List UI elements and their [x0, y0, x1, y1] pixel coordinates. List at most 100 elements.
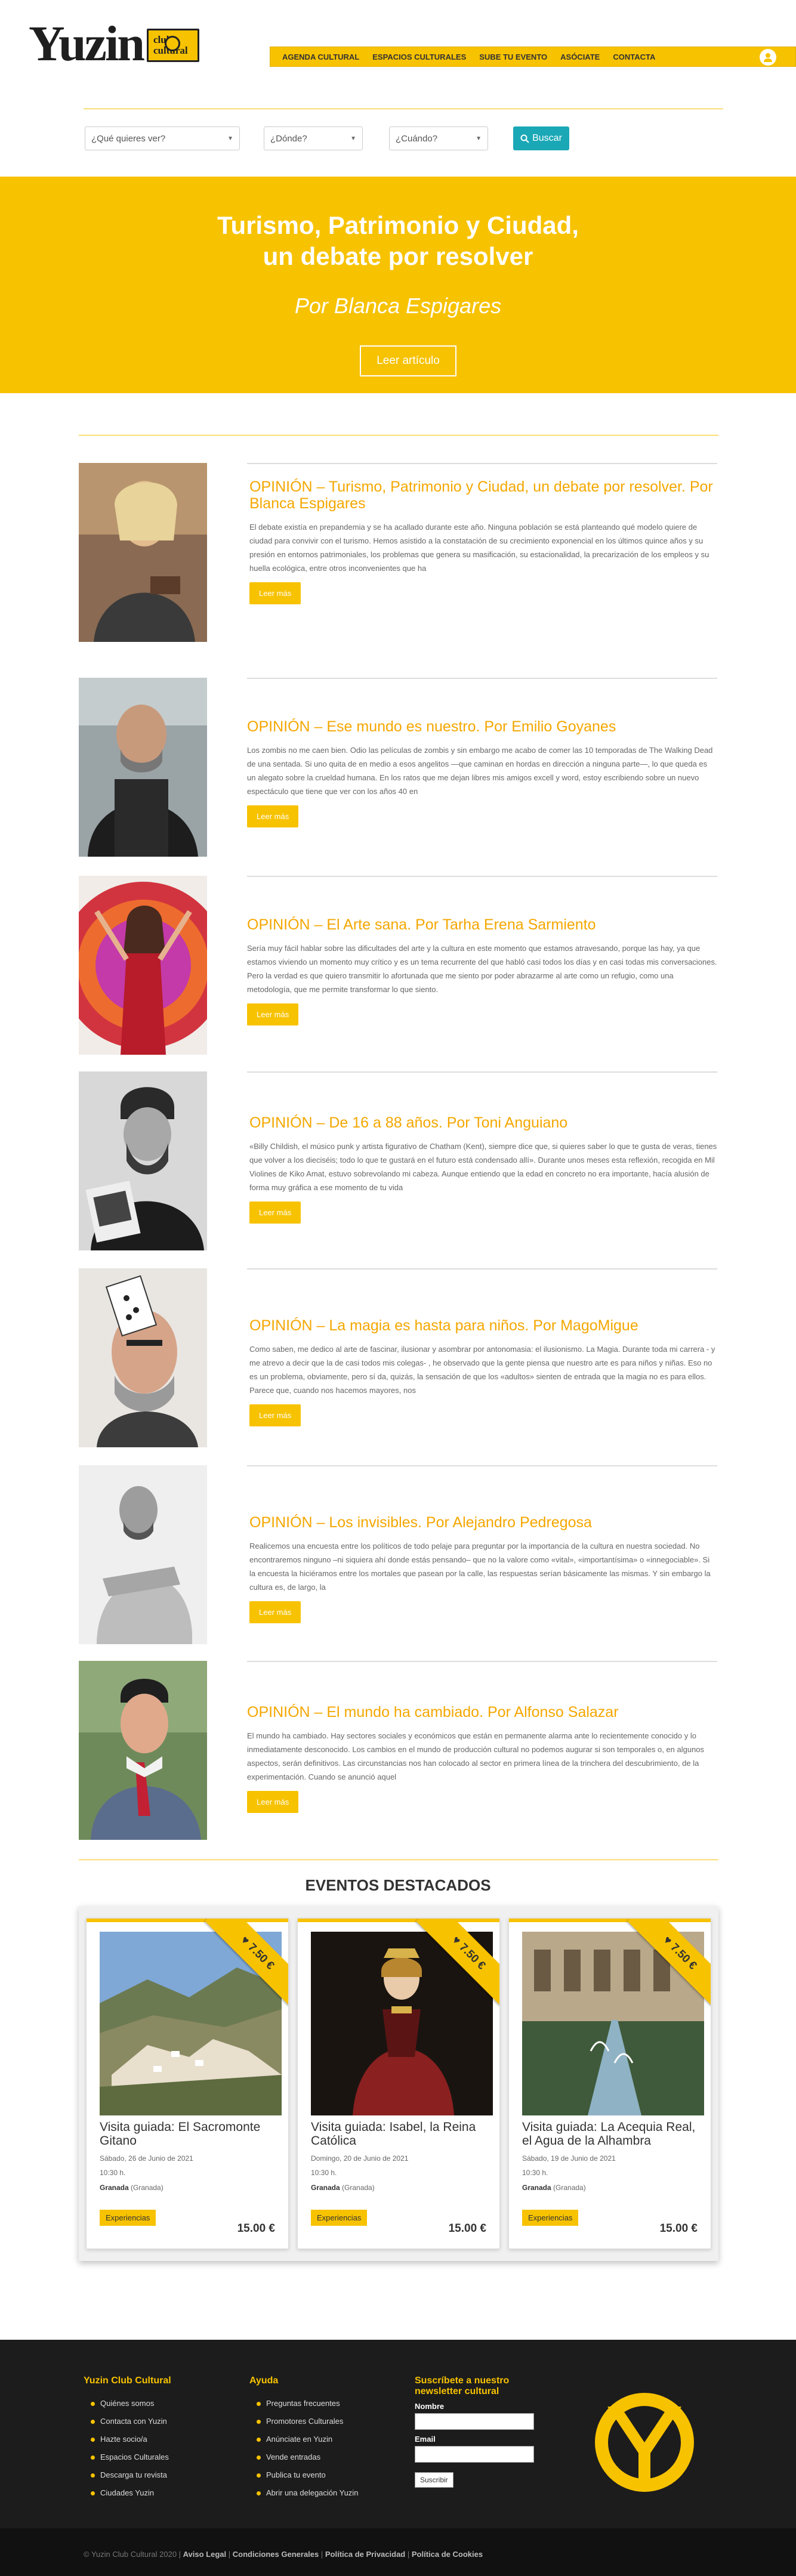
article-title[interactable]: OPINIÓN – La magia es hasta para niños. … [249, 1317, 717, 1334]
footer-link[interactable]: Promotores Culturales [249, 2413, 358, 2430]
user-account-button[interactable] [760, 49, 776, 66]
author-photo-alfonso-salazar[interactable] [79, 1661, 207, 1840]
read-more-button[interactable]: Leer más [249, 582, 301, 604]
author-photo-toni-anguiano[interactable] [79, 1071, 207, 1250]
article-title[interactable]: OPINIÓN – Los invisibles. Por Alejandro … [249, 1514, 717, 1531]
footer-link[interactable]: Abrir una delegación Yuzin [249, 2484, 358, 2502]
article-excerpt: Sería muy fácil hablar sobre las dificul… [247, 944, 717, 994]
article-excerpt: «Billy Childish, el músico punk y artist… [249, 1142, 717, 1192]
event-location: Granada (Granada) [522, 2183, 586, 2192]
author-photo-emilio-goyanes[interactable] [79, 678, 207, 857]
hero-title-line2: un debate por resolver [263, 242, 533, 270]
event-category-tag[interactable]: Experiencias [311, 2210, 368, 2226]
subscribe-button[interactable]: Suscribir [415, 2472, 453, 2488]
chevron-down-icon: ▼ [227, 135, 233, 142]
event-title[interactable]: Visita guiada: El Sacromonte Gitano [100, 2120, 282, 2148]
nav-agenda-cultural[interactable]: AGENDA CULTURAL [282, 52, 359, 61]
article-title[interactable]: OPINIÓN – El Arte sana. Por Tarha Erena … [247, 916, 717, 933]
footer-link[interactable]: Ciudades Yuzin [84, 2484, 171, 2502]
footer-link[interactable]: Vende entradas [249, 2448, 358, 2466]
when-select-value: ¿Cuándo? [396, 134, 438, 144]
article-body: OPINIÓN – El Arte sana. Por Tarha Erena … [247, 916, 717, 1026]
article-excerpt: Como saben, me dedico al arte de fascina… [249, 1345, 715, 1395]
article-title[interactable]: OPINIÓN – Turismo, Patrimonio y Ciudad, … [249, 478, 717, 512]
event-time: 10:30 h. [311, 2169, 337, 2177]
card-accent-bar [87, 1919, 288, 1922]
article-divider [247, 1071, 717, 1073]
site-logo[interactable]: Yuzin club cultural [29, 16, 200, 72]
events-container: ♥ 7.50 € Visita guiada: El Sacromonte Git… [79, 1906, 718, 2261]
name-input[interactable] [415, 2413, 534, 2430]
read-more-button[interactable]: Leer más [247, 1003, 299, 1026]
article-title[interactable]: OPINIÓN – El mundo ha cambiado. Por Alfo… [247, 1704, 717, 1721]
article-item: OPINIÓN – De 16 a 88 años. Por Toni Angu… [79, 1071, 717, 1256]
where-select[interactable]: ¿Dónde? ▼ [264, 126, 363, 150]
legal-link[interactable]: Condiciones Generales [233, 2550, 319, 2559]
article-item: OPINIÓN – Turismo, Patrimonio y Ciudad, … [79, 463, 717, 648]
footer-link[interactable]: Espacios Culturales [84, 2448, 171, 2466]
event-card[interactable]: ♥ 7.50 € Visita guiada: Isabel, la Reina … [297, 1918, 500, 2249]
event-title[interactable]: Visita guiada: Isabel, la Reina Católica [311, 2120, 493, 2148]
legal-link[interactable]: Política de Cookies [412, 2550, 483, 2559]
read-more-button[interactable]: Leer más [249, 1601, 301, 1623]
read-more-button[interactable]: Leer más [249, 1201, 301, 1224]
article-title[interactable]: OPINIÓN – De 16 a 88 años. Por Toni Angu… [249, 1114, 717, 1131]
event-region: (Granada) [342, 2183, 375, 2192]
search-button-label: Buscar [532, 133, 562, 143]
legal-bar: © Yuzin Club Cultural 2020 | Aviso Legal… [0, 2528, 796, 2576]
read-more-button[interactable]: Leer más [247, 805, 299, 827]
article-excerpt: El mundo ha cambiado. Hay sectores socia… [247, 1731, 705, 1781]
article-body: OPINIÓN – El mundo ha cambiado. Por Alfo… [247, 1704, 717, 1813]
article-divider [247, 463, 717, 464]
article-title[interactable]: OPINIÓN – Ese mundo es nuestro. Por Emil… [247, 718, 717, 735]
hero-title: Turismo, Patrimonio y Ciudad, un debate … [0, 210, 796, 272]
legal-link[interactable]: Aviso Legal [183, 2550, 226, 2559]
event-card[interactable]: ♥ 7.50 € Visita guiada: El Sacromonte Git… [86, 1918, 289, 2249]
search-button[interactable]: Buscar [513, 126, 569, 150]
article-divider [247, 1661, 717, 1662]
read-article-button[interactable]: Leer artículo [360, 345, 456, 376]
article-item: OPINIÓN – Ese mundo es nuestro. Por Emil… [79, 678, 717, 863]
footer-club-title: Yuzin Club Cultural [84, 2376, 171, 2386]
footer-link[interactable]: Publica tu evento [249, 2466, 358, 2484]
nav-asociate[interactable]: ASÓCIATE [560, 52, 600, 61]
read-more-button[interactable]: Leer más [247, 1791, 299, 1813]
event-category-tag[interactable]: Experiencias [522, 2210, 579, 2226]
copyright: © Yuzin Club Cultural 2020 [84, 2550, 177, 2559]
footer-link[interactable]: Hazte socio/a [84, 2430, 171, 2448]
event-price: 15.00 € [659, 2222, 698, 2235]
event-city: Granada [522, 2183, 551, 2192]
author-photo-magomigue[interactable] [79, 1268, 207, 1447]
when-select[interactable]: ¿Cuándo? ▼ [389, 126, 488, 150]
footer-link[interactable]: Quiénes somos [84, 2395, 171, 2413]
search-bar: ¿Qué quieres ver? ▼ ¿Dónde? ▼ ¿Cuándo? ▼ [0, 126, 796, 150]
event-card[interactable]: ♥ 7.50 € Visita guiada: La Acequia Real, … [508, 1918, 711, 2249]
search-icon [520, 134, 529, 143]
nav-sube-tu-evento[interactable]: SUBE TU EVENTO [479, 52, 547, 61]
event-title[interactable]: Visita guiada: La Acequia Real, el Agua … [522, 2120, 704, 2148]
footer-link[interactable]: Descarga tu revista [84, 2466, 171, 2484]
footer-link[interactable]: Anúnciate en Yuzin [249, 2430, 358, 2448]
nav-espacios-culturales[interactable]: ESPACIOS CULTURALES [372, 52, 466, 61]
article-excerpt: Realicemos una encuesta entre los políti… [249, 1542, 711, 1592]
newsletter-form: Suscríbete a nuestro newsletter cultural… [415, 2376, 546, 2488]
footer-link[interactable]: Preguntas frecuentes [249, 2395, 358, 2413]
author-photo-blanca-espigares[interactable] [79, 463, 207, 642]
footer-link[interactable]: Contacta con Yuzin [84, 2413, 171, 2430]
email-input[interactable] [415, 2446, 534, 2463]
event-time: 10:30 h. [522, 2169, 548, 2177]
article-body: OPINIÓN – Los invisibles. Por Alejandro … [249, 1514, 717, 1623]
logo-wordmark: Yuzin [29, 16, 145, 72]
article-body: OPINIÓN – Ese mundo es nuestro. Por Emil… [247, 718, 717, 827]
what-select-value: ¿Qué quieres ver? [91, 134, 166, 144]
nav-contacta[interactable]: CONTACTA [613, 52, 655, 61]
event-category-tag[interactable]: Experiencias [100, 2210, 156, 2226]
site-header: Yuzin club cultural AGENDA CULTURAL ESPA… [0, 0, 796, 113]
email-label: Email [415, 2435, 436, 2444]
author-photo-alejandro-pedregosa[interactable] [79, 1465, 207, 1644]
read-more-button[interactable]: Leer más [249, 1404, 301, 1426]
legal-link[interactable]: Política de Privacidad [325, 2550, 405, 2559]
article-body: OPINIÓN – De 16 a 88 años. Por Toni Angu… [249, 1114, 717, 1224]
what-select[interactable]: ¿Qué quieres ver? ▼ [85, 126, 240, 150]
author-photo-tarha-erena[interactable] [79, 876, 207, 1055]
